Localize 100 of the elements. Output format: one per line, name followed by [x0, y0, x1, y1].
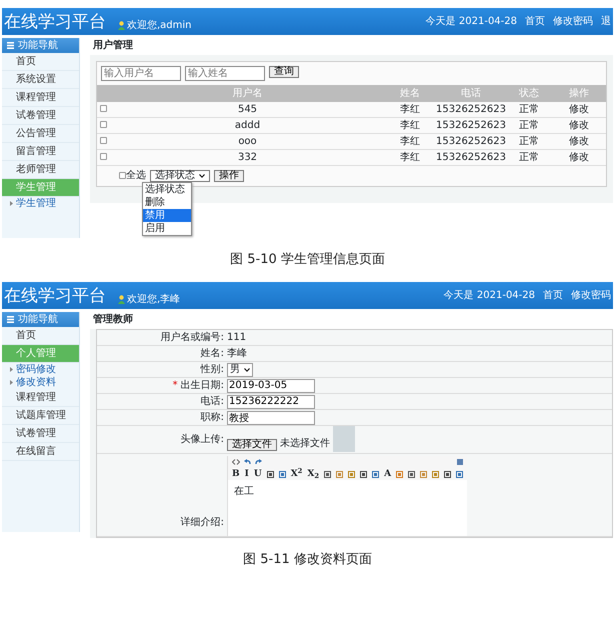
menu-icon	[7, 42, 14, 49]
table-cell: 正常	[519, 136, 539, 147]
site-title: 在线学习平台	[4, 286, 106, 306]
column-header: 状态	[506, 85, 552, 102]
toolbar-button[interactable]: X$^{2}$	[290, 469, 302, 479]
bullet-icon	[10, 367, 13, 372]
select-all-label: 全选	[126, 168, 146, 183]
source-icon[interactable]	[232, 459, 240, 465]
sidebar-item[interactable]: 在线留言	[2, 443, 79, 461]
field-label: 用户名或编号:	[160, 332, 224, 343]
row-checkbox[interactable]	[100, 137, 107, 144]
header-link[interactable]: 修改密码	[571, 288, 611, 303]
user-icon	[118, 295, 125, 304]
field-value: 111	[227, 331, 246, 345]
sidebar-subitem[interactable]: 修改资料	[16, 376, 56, 389]
table-cell: 李红	[400, 152, 420, 163]
edit-link[interactable]: 修改	[569, 152, 589, 163]
row-checkbox[interactable]	[100, 121, 107, 128]
photo-placeholder	[333, 426, 355, 452]
toolbar-button[interactable]: X$_{2}$	[307, 469, 320, 479]
sidebar-heading-text: 功能导航	[18, 38, 58, 53]
sidebar-item[interactable]: 课程管理	[2, 89, 79, 107]
dropdown-option[interactable]: 删除	[143, 196, 191, 209]
sidebar-subitem[interactable]: 学生管理	[16, 197, 56, 210]
field-value: 李峰	[227, 346, 247, 361]
choose-file-button[interactable]: 选择文件	[227, 439, 277, 451]
table-cell: 15326252623	[436, 136, 506, 147]
field-label: 电话:	[200, 396, 224, 407]
sidebar-item[interactable]: 公告管理	[2, 125, 79, 143]
toolbar-button[interactable]: A	[384, 469, 392, 479]
search-field[interactable]: 输入用户名	[101, 66, 181, 81]
fullscreen-icon[interactable]	[457, 459, 464, 465]
sidebar-item[interactable]: 课程管理	[2, 389, 79, 407]
header-link[interactable]: 修改密码	[553, 14, 593, 29]
toolbar-button[interactable]: U	[254, 469, 262, 479]
sidebar-item[interactable]: 首页	[2, 53, 79, 71]
sidebar-item[interactable]: 留言管理	[2, 143, 79, 161]
site-title: 在线学习平台	[4, 12, 106, 32]
date-text: 今天是 2021-04-28	[426, 15, 517, 29]
edit-link[interactable]: 修改	[569, 136, 589, 147]
field-label: 详细介绍:	[180, 516, 224, 530]
column-header: 电话	[436, 85, 506, 102]
search-button[interactable]: 查询	[269, 66, 299, 78]
sidebar-item[interactable]: 系统设置	[2, 71, 79, 89]
field-label: 头像上传:	[180, 434, 224, 445]
sidebar-heading-text: 功能导航	[18, 312, 58, 327]
field-label: 出生日期:	[180, 380, 224, 391]
edit-link[interactable]: 修改	[569, 104, 589, 115]
chevron-down-icon	[199, 174, 205, 178]
dropdown-option[interactable]: 启用	[143, 222, 191, 235]
toolbar-button[interactable]: I	[244, 469, 249, 479]
dropdown-option[interactable]: 选择状态	[143, 183, 191, 196]
sidebar-subitem[interactable]: 密码修改	[16, 363, 56, 376]
row-checkbox[interactable]	[100, 105, 107, 112]
select-all-checkbox[interactable]	[119, 172, 126, 179]
input-field[interactable]: 2019-03-05	[227, 378, 315, 392]
table-cell: 545	[238, 104, 258, 115]
column-header: 操作	[552, 85, 606, 102]
sidebar-item[interactable]: 试卷管理	[2, 107, 79, 125]
date-text: 今天是 2021-04-28	[444, 289, 535, 303]
action-button[interactable]: 操作	[214, 170, 244, 182]
table-cell: addd	[234, 120, 260, 131]
file-status: 未选择文件	[280, 436, 330, 451]
search-field[interactable]: 输入姓名	[185, 66, 265, 81]
header-link[interactable]: 首页	[543, 288, 563, 303]
edit-link[interactable]: 修改	[569, 120, 589, 131]
status-select[interactable]: 选择状态	[150, 170, 210, 182]
toolbar-button[interactable]: B	[232, 469, 240, 479]
input-field[interactable]: 15236222222	[227, 394, 315, 408]
header-link[interactable]: 首页	[525, 14, 545, 29]
table-cell: 15326252623	[436, 152, 506, 163]
column-header: 姓名	[384, 85, 436, 102]
user-icon	[118, 21, 125, 30]
field-label: 职称:	[200, 412, 224, 423]
editor-text: 在工	[233, 485, 255, 499]
sidebar-item[interactable]: 试题库管理	[2, 407, 79, 425]
table-cell: 正常	[519, 152, 539, 163]
field-label: 性别:	[200, 364, 224, 375]
dropdown-option[interactable]: 禁用	[143, 209, 191, 222]
gender-select[interactable]: 男	[227, 362, 253, 376]
header-link[interactable]: 退	[601, 14, 611, 29]
table-cell: 正常	[519, 104, 539, 115]
input-field[interactable]: 教授	[227, 410, 315, 424]
sidebar-item[interactable]: 试卷管理	[2, 425, 79, 443]
table-cell: 15326252623	[436, 120, 506, 131]
required-mark: *	[172, 380, 178, 391]
page-title: 管理教师	[92, 313, 134, 327]
bullet-icon	[10, 380, 13, 385]
rich-text-editor[interactable]: B I U X$^{2}$ X$_{2}$ A 在工	[227, 456, 468, 536]
figure-caption: 图 5-10 学生管理信息页面	[229, 251, 386, 269]
table-cell: 李红	[400, 104, 420, 115]
redo-icon[interactable]	[255, 458, 262, 466]
chevron-down-icon	[244, 368, 250, 372]
table-cell: 332	[238, 152, 258, 163]
table-cell: 正常	[519, 120, 539, 131]
undo-icon[interactable]	[244, 458, 251, 466]
row-checkbox[interactable]	[100, 153, 107, 160]
welcome-text: 欢迎您,admin	[127, 18, 192, 33]
menu-icon	[7, 316, 14, 323]
figure-caption: 图 5-11 修改资料页面	[242, 551, 373, 569]
